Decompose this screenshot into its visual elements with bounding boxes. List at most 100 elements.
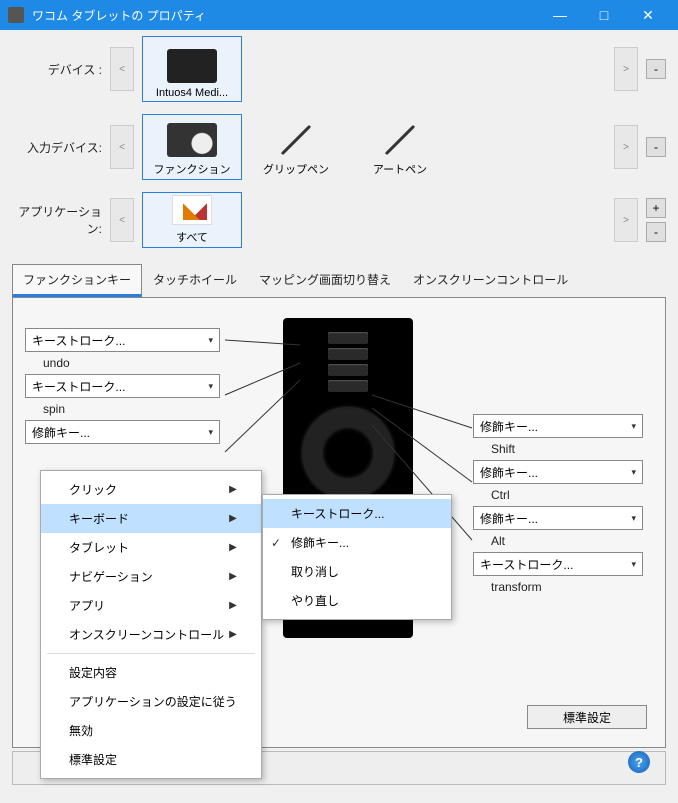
ctx-item-label: アプリ — [69, 597, 105, 614]
app-add[interactable]: + — [646, 198, 666, 218]
tool-items: ファンクション グリップペン アートペン — [142, 114, 606, 180]
tool-item-grip-pen[interactable]: グリップペン — [246, 114, 346, 180]
chevron-right-icon: ▶ — [229, 542, 237, 553]
ctx-item-label: アプリケーションの設定に従う — [69, 693, 237, 710]
subctx-modifier[interactable]: 修飾キー... — [263, 528, 451, 557]
tool-row: 入力デバイス: < ファンクション グリップペン アートペン > - — [0, 108, 678, 186]
context-submenu-keyboard: キーストローク... 修飾キー... 取り消し やり直し — [262, 494, 452, 620]
key7-label: Alt — [453, 530, 653, 552]
ctx-item-label: キーストローク... — [291, 505, 384, 522]
ctx-item-label: やり直し — [291, 592, 339, 609]
ctx-keyboard[interactable]: キーボード ▶ — [41, 504, 261, 533]
key5-combo[interactable]: 修飾キー... ▾ — [473, 414, 643, 438]
left-key-column: キーストローク... ▾ undo キーストローク... ▾ spin 修飾キー… — [25, 328, 245, 444]
tool-prev[interactable]: < — [110, 125, 134, 169]
tab-onscreen-controls[interactable]: オンスクリーンコントロール — [402, 264, 579, 297]
tool-remove[interactable]: - — [646, 137, 666, 157]
app-all-icon — [172, 195, 212, 225]
ctx-app[interactable]: アプリ ▶ — [41, 591, 261, 620]
chevron-down-icon: ▾ — [208, 335, 213, 346]
key6-combo[interactable]: 修飾キー... ▾ — [473, 460, 643, 484]
combo-value: 修飾キー... — [480, 510, 538, 527]
device-item-intuos4[interactable]: Intuos4 Medi... — [142, 36, 242, 102]
close-button[interactable]: ✕ — [626, 0, 670, 30]
key2-label: spin — [25, 398, 245, 420]
ctx-item-label: 無効 — [69, 722, 93, 739]
device-prev[interactable]: < — [110, 47, 134, 91]
device-items: Intuos4 Medi... — [142, 36, 606, 102]
ctx-click[interactable]: クリック ▶ — [41, 475, 261, 504]
subctx-undo[interactable]: 取り消し — [263, 557, 451, 586]
tool-item-functions[interactable]: ファンクション — [142, 114, 242, 180]
help-button[interactable]: ? — [628, 751, 650, 773]
default-button[interactable]: 標準設定 — [527, 705, 647, 729]
express-key-graphic — [328, 332, 368, 344]
chevron-down-icon: ▾ — [631, 421, 636, 432]
app-prev[interactable]: < — [110, 198, 134, 242]
ctx-disable[interactable]: 無効 — [41, 716, 261, 745]
ctx-item-label: 設定内容 — [69, 664, 117, 681]
app-item-label: すべて — [176, 229, 208, 245]
chevron-down-icon: ▾ — [631, 513, 636, 524]
key3-combo[interactable]: 修飾キー... ▾ — [25, 420, 220, 444]
ctx-item-label: タブレット — [69, 539, 129, 556]
chevron-down-icon: ▾ — [208, 427, 213, 438]
chevron-right-icon: ▶ — [229, 571, 237, 582]
tablet-icon — [167, 49, 217, 83]
key8-label: transform — [453, 576, 653, 598]
key2-combo[interactable]: キーストローク... ▾ — [25, 374, 220, 398]
device-remove[interactable]: - — [646, 59, 666, 79]
combo-value: キーストローク... — [480, 556, 573, 573]
device-label: デバイス : — [12, 61, 102, 78]
app-remove[interactable]: - — [646, 222, 666, 242]
tab-touch-wheel[interactable]: タッチホイール — [142, 264, 248, 297]
subctx-redo[interactable]: やり直し — [263, 586, 451, 615]
subctx-keystroke[interactable]: キーストローク... — [263, 499, 451, 528]
touch-ring-graphic — [303, 408, 393, 498]
tool-label: 入力デバイス: — [12, 139, 102, 156]
tool-item-label: グリップペン — [263, 161, 329, 177]
key6-label: Ctrl — [453, 484, 653, 506]
ctx-default[interactable]: 標準設定 — [41, 745, 261, 774]
ctx-follow-app[interactable]: アプリケーションの設定に従う — [41, 687, 261, 716]
chevron-down-icon: ▾ — [208, 381, 213, 392]
titlebar: ワコム タブレットの プロパティ — □ ✕ — [0, 0, 678, 30]
ctx-settings[interactable]: 設定内容 — [41, 658, 261, 687]
tool-item-art-pen[interactable]: アートペン — [350, 114, 450, 180]
key5-label: Shift — [453, 438, 653, 460]
maximize-button[interactable]: □ — [582, 0, 626, 30]
tool-next[interactable]: > — [614, 125, 638, 169]
app-label: アプリケーション: — [12, 203, 102, 237]
chevron-down-icon: ▾ — [631, 467, 636, 478]
chevron-right-icon: ▶ — [229, 513, 237, 524]
key7-combo[interactable]: 修飾キー... ▾ — [473, 506, 643, 530]
app-item-all[interactable]: すべて — [142, 192, 242, 248]
key1-label: undo — [25, 352, 245, 374]
combo-value: キーストローク... — [32, 332, 125, 349]
ctx-onscreen[interactable]: オンスクリーンコントロール ▶ — [41, 620, 261, 649]
combo-value: 修飾キー... — [32, 424, 90, 441]
express-key-graphic — [328, 380, 368, 392]
app-items: すべて — [142, 192, 606, 248]
app-icon — [8, 7, 24, 23]
chevron-right-icon: ▶ — [229, 629, 237, 640]
key1-combo[interactable]: キーストローク... ▾ — [25, 328, 220, 352]
ctx-navigation[interactable]: ナビゲーション ▶ — [41, 562, 261, 591]
key8-combo[interactable]: キーストローク... ▾ — [473, 552, 643, 576]
pen-icon — [276, 123, 316, 157]
device-next[interactable]: > — [614, 47, 638, 91]
app-next[interactable]: > — [614, 198, 638, 242]
tool-item-label: アートペン — [373, 161, 427, 177]
express-key-graphic — [328, 364, 368, 376]
express-key-graphic — [328, 348, 368, 360]
ctx-item-label: 標準設定 — [69, 751, 117, 768]
ctx-item-label: ナビゲーション — [69, 568, 153, 585]
functions-icon — [167, 123, 217, 157]
tab-function-keys[interactable]: ファンクションキー — [12, 264, 142, 297]
minimize-button[interactable]: — — [538, 0, 582, 30]
tab-display-toggle[interactable]: マッピング画面切り替え — [248, 264, 402, 297]
pen-icon — [380, 123, 420, 157]
window-title: ワコム タブレットの プロパティ — [32, 7, 538, 24]
ctx-tablet[interactable]: タブレット ▶ — [41, 533, 261, 562]
chevron-down-icon: ▾ — [631, 559, 636, 570]
